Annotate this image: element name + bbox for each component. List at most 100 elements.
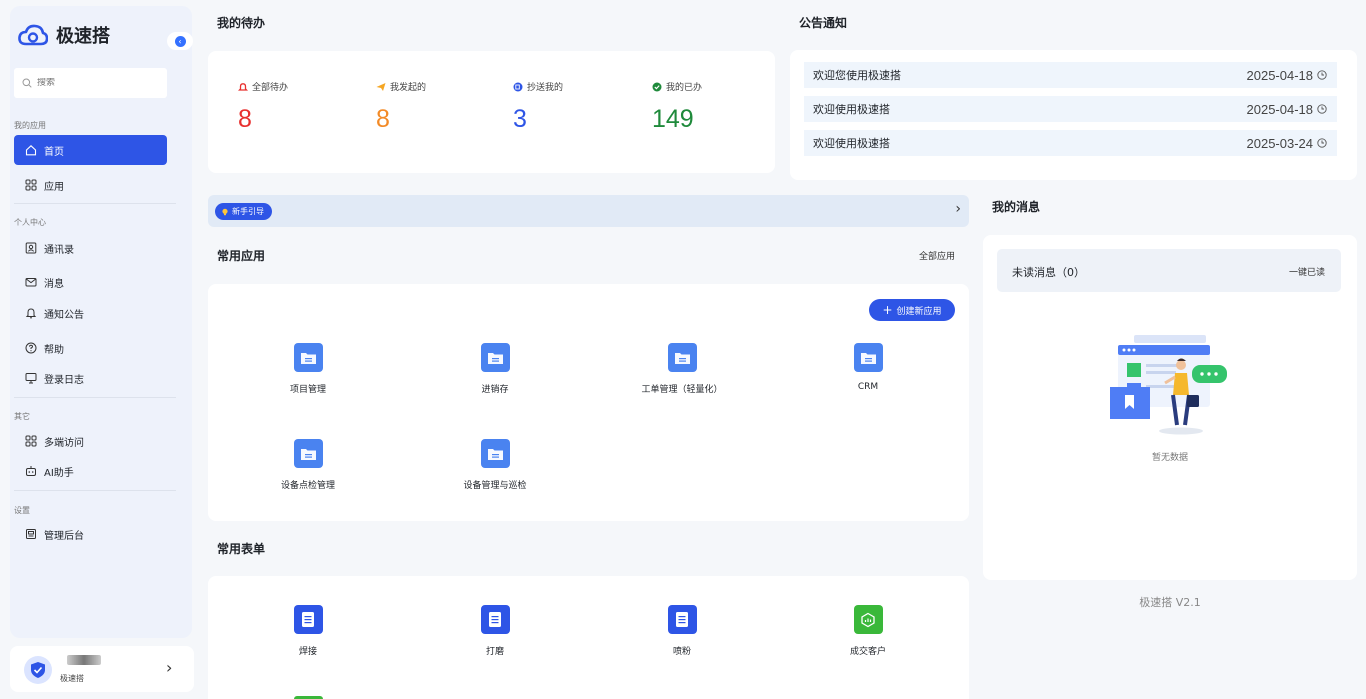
group-label-my-apps: 我的应用 xyxy=(14,121,46,130)
bell-icon xyxy=(25,308,37,319)
empty-state-illustration xyxy=(1110,335,1227,435)
logo[interactable]: 极速搭 xyxy=(18,22,110,48)
grid-icon xyxy=(25,435,37,447)
folder-icon xyxy=(480,439,510,468)
sidebar-item-multi-access[interactable]: 多端访问 xyxy=(14,426,167,456)
sidebar-item-contacts[interactable]: 通讯录 xyxy=(14,233,167,263)
sidebar-item-label: 管理后台 xyxy=(44,530,84,542)
sidebar-search[interactable] xyxy=(14,68,167,98)
unread-label: 未读消息（0） xyxy=(1012,266,1085,279)
collapse-sidebar-button[interactable]: ‹ xyxy=(167,32,193,50)
notice-item[interactable]: 欢迎您使用极速搭 2025-04-18 xyxy=(804,62,1337,88)
form-tile[interactable]: 喷粉 xyxy=(612,605,752,657)
sidebar-item-label: 多端访问 xyxy=(44,437,84,449)
search-input[interactable] xyxy=(37,78,147,88)
notice-date: 2025-04-18 xyxy=(1247,68,1328,83)
sidebar-item-admin[interactable]: 管理后台 xyxy=(14,519,167,549)
app-tile[interactable]: 进销存 xyxy=(425,343,565,395)
form-icon xyxy=(480,605,510,634)
form-name: 成交客户 xyxy=(849,647,886,657)
app-tile[interactable]: 项目管理 xyxy=(238,343,378,395)
todo-card: 全部待办 8 我发起的 8 抄送我的 3 我的已办 149 xyxy=(208,51,775,173)
sidebar-item-label: 应用 xyxy=(44,181,64,193)
user-card[interactable]: 极速搭 › xyxy=(10,646,194,692)
app-tile[interactable]: 设备管理与巡检 xyxy=(425,439,565,491)
lightbulb-icon xyxy=(222,208,228,215)
clock-icon xyxy=(1317,104,1327,114)
todo-all[interactable]: 全部待办 8 xyxy=(238,80,288,134)
sidebar-item-label: 首页 xyxy=(44,146,64,158)
form-icon xyxy=(667,605,697,634)
guide-bar[interactable]: 新手引导 › xyxy=(208,195,969,227)
todo-cc[interactable]: 抄送我的 3 xyxy=(513,80,563,134)
sidebar-item-messages[interactable]: 消息 xyxy=(14,267,167,297)
notice-text: 欢迎您使用极速搭 xyxy=(813,69,901,82)
notice-date: 2025-03-24 xyxy=(1247,136,1328,151)
app-tile[interactable]: CRM xyxy=(798,343,938,392)
todo-count: 149 xyxy=(652,105,694,133)
contacts-icon xyxy=(25,242,37,254)
ai-icon xyxy=(26,466,36,476)
chevron-right-icon[interactable]: › xyxy=(166,658,172,677)
customer-icon xyxy=(853,605,883,634)
app-name: CRM xyxy=(857,382,879,392)
user-org: 极速搭 xyxy=(60,674,84,683)
app-name: 极速搭 xyxy=(56,26,110,47)
check-icon xyxy=(652,82,662,91)
chevron-right-icon[interactable]: › xyxy=(955,201,961,217)
unread-header: 未读消息（0） 一键已读 xyxy=(997,249,1341,292)
divider xyxy=(14,203,176,204)
bell-icon xyxy=(238,82,248,91)
form-tile[interactable]: 打磨 xyxy=(425,605,565,657)
grid-icon xyxy=(25,179,37,191)
form-name: 焊接 xyxy=(298,647,317,657)
notice-date: 2025-04-18 xyxy=(1247,102,1328,117)
all-apps-link[interactable]: 全部应用 xyxy=(919,249,955,262)
copy-icon xyxy=(513,82,523,91)
todo-initiated[interactable]: 我发起的 8 xyxy=(376,80,426,134)
app-name: 设备管理与巡检 xyxy=(463,481,527,491)
todo-count: 8 xyxy=(376,105,390,133)
todo-done[interactable]: 我的已办 149 xyxy=(652,80,702,134)
sidebar-item-apps[interactable]: 应用 xyxy=(14,170,167,200)
group-label-other: 其它 xyxy=(14,412,30,421)
app-version: 极速搭 V2.1 xyxy=(1139,596,1201,609)
app-tile[interactable]: 设备点检管理 xyxy=(238,439,378,491)
mark-all-read-button[interactable]: 一键已读 xyxy=(1289,265,1325,278)
notice-item[interactable]: 欢迎使用极速搭 2025-03-24 xyxy=(804,130,1337,156)
app-name: 工单管理（轻量化） xyxy=(641,385,723,395)
sidebar-item-label: 通讯录 xyxy=(44,244,74,256)
common-apps-title: 常用应用 xyxy=(217,249,266,263)
monitor-icon xyxy=(25,373,37,384)
search-icon xyxy=(22,78,32,88)
folder-icon xyxy=(480,343,510,372)
todo-count: 8 xyxy=(238,105,252,133)
create-app-button[interactable]: + 创建新应用 xyxy=(869,299,955,321)
sidebar-item-ai-assistant[interactable]: AI助手 xyxy=(14,456,167,486)
app-tile[interactable]: 工单管理（轻量化） xyxy=(612,343,752,395)
folder-icon xyxy=(667,343,697,372)
form-name: 喷粉 xyxy=(672,647,691,657)
sidebar-item-notices[interactable]: 通知公告 xyxy=(14,298,167,328)
common-forms-title: 常用表单 xyxy=(217,542,266,556)
todo-label: 全部待办 xyxy=(238,80,288,93)
folder-icon xyxy=(853,343,883,372)
sidebar-item-login-log[interactable]: 登录日志 xyxy=(14,363,167,393)
common-forms-card: 焊接 打磨 喷粉 成交客户 xyxy=(208,576,969,699)
app-name: 进销存 xyxy=(481,385,509,395)
notice-item[interactable]: 欢迎使用极速搭 2025-04-18 xyxy=(804,96,1337,122)
clock-icon xyxy=(1317,70,1327,80)
sidebar-item-home[interactable]: 首页 xyxy=(14,135,167,165)
folder-icon xyxy=(293,439,323,468)
form-tile[interactable]: 焊接 xyxy=(238,605,378,657)
sidebar-item-help[interactable]: 帮助 xyxy=(14,333,167,363)
group-label-personal: 个人中心 xyxy=(14,218,46,227)
send-icon xyxy=(376,82,386,91)
guide-badge[interactable]: 新手引导 xyxy=(215,203,272,220)
clock-icon xyxy=(1317,138,1327,148)
mail-icon xyxy=(25,278,37,287)
common-apps-card: + 创建新应用 项目管理 进销存 工单管理（轻量化） CRM 设备点检管理 设备管… xyxy=(208,284,969,521)
avatar xyxy=(24,656,52,684)
form-tile[interactable]: 成交客户 xyxy=(798,605,938,657)
shield-icon xyxy=(31,662,45,678)
